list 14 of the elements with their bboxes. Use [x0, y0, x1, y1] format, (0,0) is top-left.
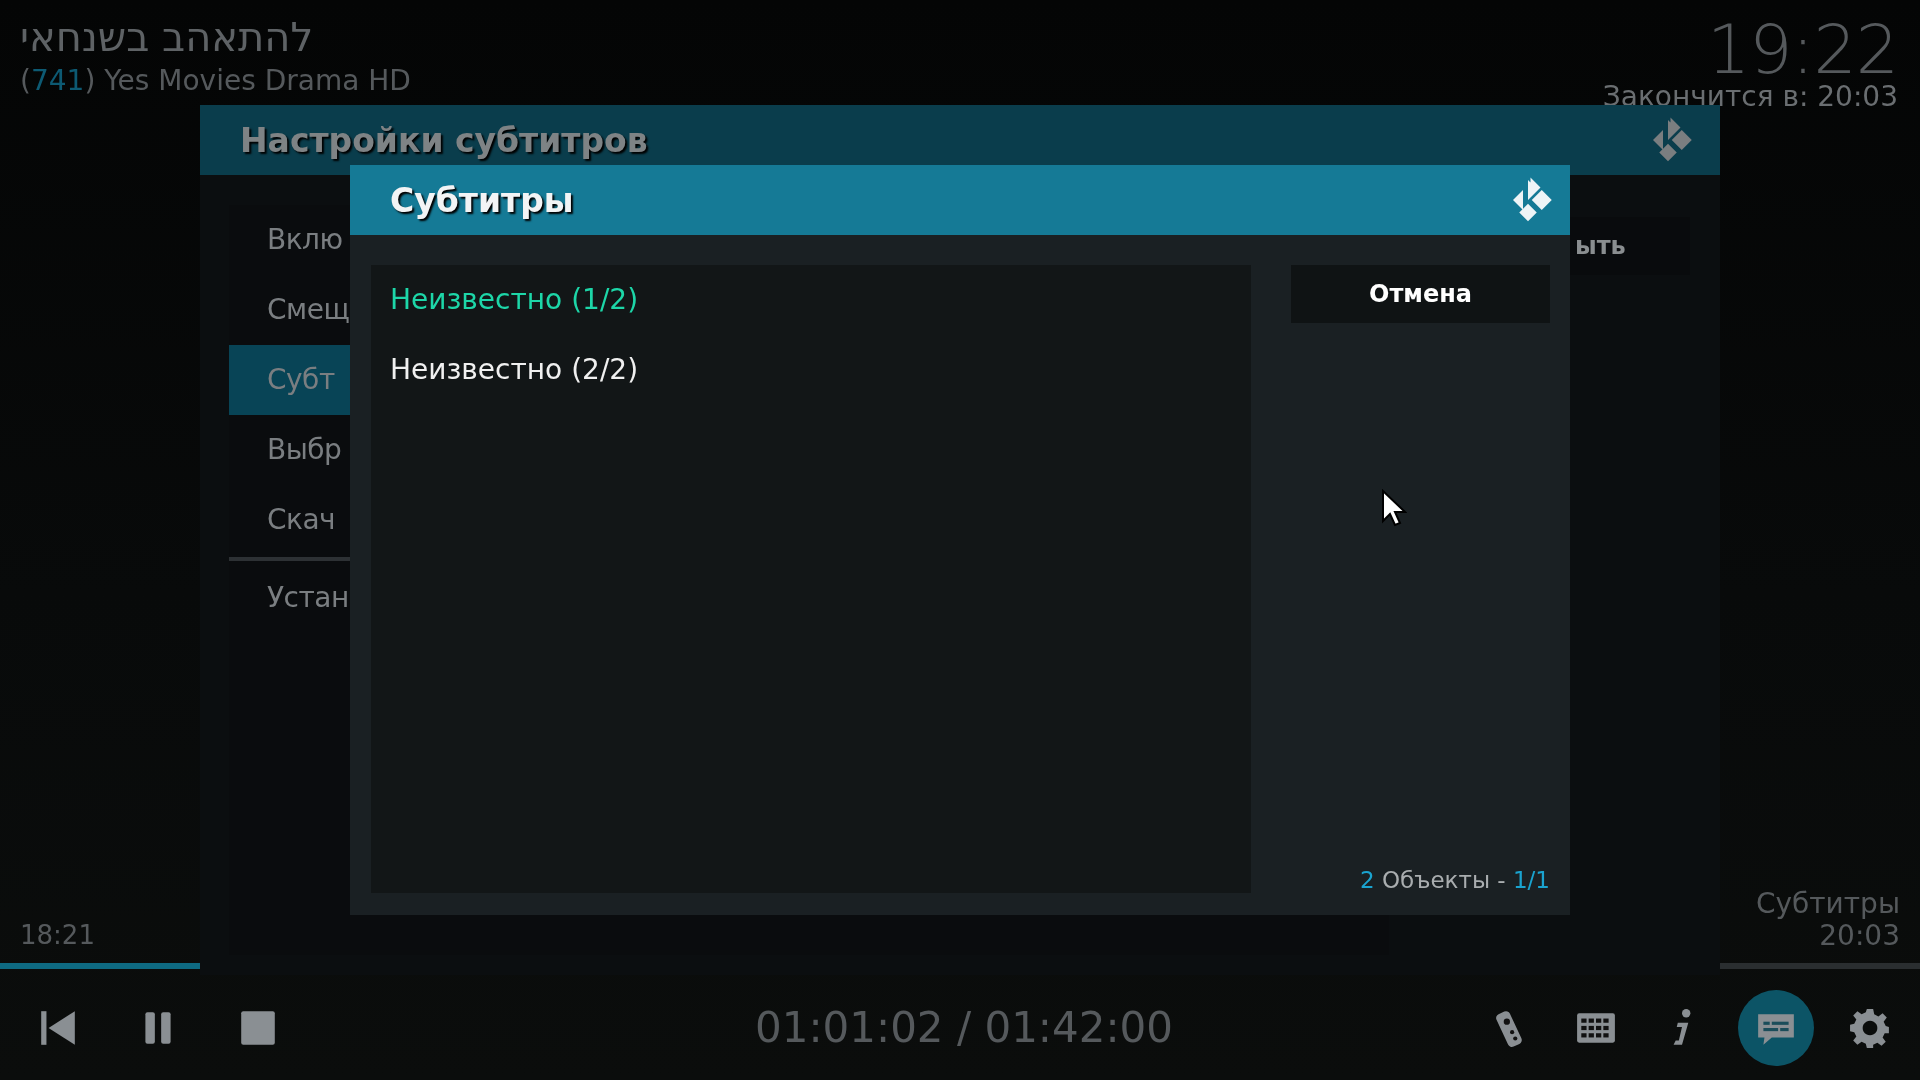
- dialog-title: Субтитры: [390, 180, 574, 220]
- start-time: 18:21: [20, 920, 95, 950]
- subtitle-item[interactable]: Неизвестно (1/2): [371, 265, 1251, 335]
- mouse-pointer-icon: [1381, 489, 1407, 527]
- program-title: להתאהב בשנחאי: [20, 14, 314, 60]
- item-count: 2 Объекты - 1/1: [1359, 867, 1550, 893]
- subtitle-item[interactable]: Неизвестно (2/2): [371, 335, 1251, 405]
- dialog-title: Настройки субтитров: [240, 120, 648, 160]
- channel-name: (741) Yes Movies Drama HD: [20, 64, 411, 97]
- next-title: Субтитры: [1755, 888, 1900, 920]
- cancel-button[interactable]: Отмена: [1291, 265, 1550, 323]
- playback-time: 01:01:02 / 01:42:00: [754, 1003, 1174, 1052]
- settings-icon[interactable]: [1849, 1006, 1891, 1049]
- next-time: 20:03: [1819, 920, 1900, 952]
